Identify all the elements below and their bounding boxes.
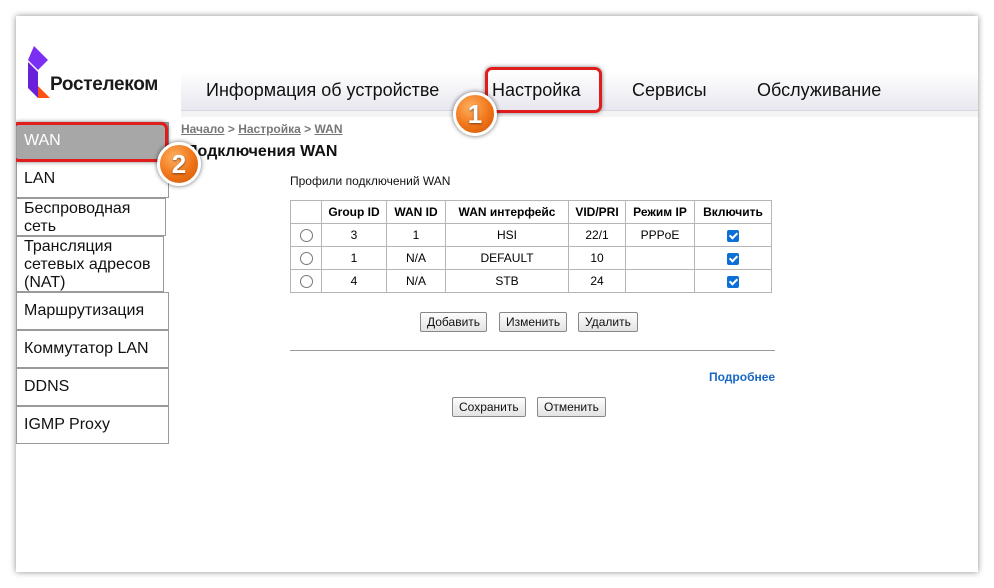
wan-profiles-table: Group ID WAN ID WAN интерфейс VID/PRI Ре…	[290, 200, 772, 293]
vid-pri-cell: 22/1	[568, 223, 626, 247]
ip-mode-cell	[625, 269, 695, 293]
interface-cell: HSI	[445, 223, 569, 247]
sidebar-item-lan-switch[interactable]: Коммутатор LAN	[16, 330, 169, 368]
edit-button[interactable]: Изменить	[499, 312, 568, 332]
section-label: Профили подключений WAN	[290, 174, 451, 188]
sidebar-item-label: Коммутатор LAN	[24, 340, 149, 357]
section-divider	[290, 350, 775, 351]
highlight-settings-tab	[485, 67, 602, 113]
row-select-cell	[290, 223, 322, 247]
breadcrumb-separator: >	[304, 122, 312, 136]
step-badge-1: 1	[453, 92, 497, 136]
step-badge-2: 2	[157, 142, 201, 186]
sidebar-item-label: LAN	[24, 170, 56, 187]
enable-cell	[694, 223, 772, 247]
breadcrumb-home[interactable]: Начало	[181, 122, 224, 136]
sidebar-item-lan[interactable]: LAN	[16, 160, 169, 198]
interface-cell: DEFAULT	[445, 246, 569, 270]
sidebar-item-label: DDNS	[24, 378, 70, 395]
interface-cell: STB	[445, 269, 569, 293]
sidebar-item-label: Трансляция сетевых адресов (NAT)	[24, 238, 151, 291]
wan-id-cell: N/A	[386, 269, 446, 293]
table-row: 3 1 HSI 22/1 PPPoE	[290, 223, 772, 247]
highlight-wan-item	[16, 122, 168, 162]
more-details-link[interactable]: Подробнее	[709, 370, 775, 384]
column-header-vid-pri: VID/PRI	[568, 200, 626, 224]
save-button[interactable]: Сохранить	[452, 397, 526, 417]
nav-maintenance[interactable]: Обслуживание	[757, 80, 881, 101]
column-header-group-id: Group ID	[321, 200, 387, 224]
vid-pri-cell: 10	[568, 246, 626, 270]
row-select-cell	[290, 246, 322, 270]
sidebar-item-label: Беспроводная сеть	[24, 200, 131, 235]
column-header-wan-interface: WAN интерфейс	[445, 200, 569, 224]
breadcrumb-page[interactable]: WAN	[315, 122, 343, 136]
column-header-ip-mode: Режим IP	[625, 200, 695, 224]
group-id-cell: 3	[321, 223, 387, 247]
row-select-cell	[290, 269, 322, 293]
nav-device-info[interactable]: Информация об устройстве	[206, 80, 439, 101]
row-radio-button[interactable]	[299, 275, 313, 289]
nav-services[interactable]: Сервисы	[632, 80, 707, 101]
group-id-cell: 1	[321, 246, 387, 270]
delete-button[interactable]: Удалить	[578, 312, 638, 332]
vid-pri-cell: 24	[568, 269, 626, 293]
page-title: Подключения WAN	[186, 143, 338, 160]
sidebar-item-nat[interactable]: Трансляция сетевых адресов (NAT)	[16, 236, 164, 292]
wan-id-cell: N/A	[386, 246, 446, 270]
enable-cell	[694, 269, 772, 293]
sidebar-item-label: Маршрутизация	[24, 302, 145, 319]
breadcrumb: Начало > Настройка > WAN	[181, 122, 343, 136]
wan-id-cell: 1	[386, 223, 446, 247]
table-row: 1 N/A DEFAULT 10	[290, 246, 772, 270]
column-header-select	[290, 200, 322, 224]
enable-checkbox[interactable]	[727, 275, 739, 288]
row-radio-button[interactable]	[299, 252, 313, 266]
ip-mode-cell: PPPoE	[625, 223, 695, 247]
column-header-wan-id: WAN ID	[386, 200, 446, 224]
router-admin-window: Ростелеком Информация об устройстве Наст…	[16, 16, 978, 572]
ip-mode-cell	[625, 246, 695, 270]
table-row: 4 N/A STB 24	[290, 269, 772, 293]
enable-checkbox[interactable]	[727, 252, 739, 265]
column-header-enable: Включить	[694, 200, 772, 224]
row-radio-button[interactable]	[299, 229, 313, 243]
breadcrumb-separator: >	[227, 122, 235, 136]
brand-logo-text: Ростелеком	[50, 74, 159, 95]
add-button[interactable]: Добавить	[420, 312, 488, 332]
sidebar-item-ddns[interactable]: DDNS	[16, 368, 169, 406]
enable-cell	[694, 246, 772, 270]
table-header-row: Group ID WAN ID WAN интерфейс VID/PRI Ре…	[290, 200, 772, 224]
sidebar-item-label: IGMP Proxy	[24, 416, 110, 433]
sidebar-item-routing[interactable]: Маршрутизация	[16, 292, 169, 330]
cancel-button[interactable]: Отменить	[537, 397, 606, 417]
group-id-cell: 4	[321, 269, 387, 293]
enable-checkbox[interactable]	[727, 229, 739, 242]
breadcrumb-section[interactable]: Настройка	[238, 122, 301, 136]
sidebar-item-igmp-proxy[interactable]: IGMP Proxy	[16, 406, 169, 444]
sidebar-item-wireless[interactable]: Беспроводная сеть	[16, 198, 166, 236]
